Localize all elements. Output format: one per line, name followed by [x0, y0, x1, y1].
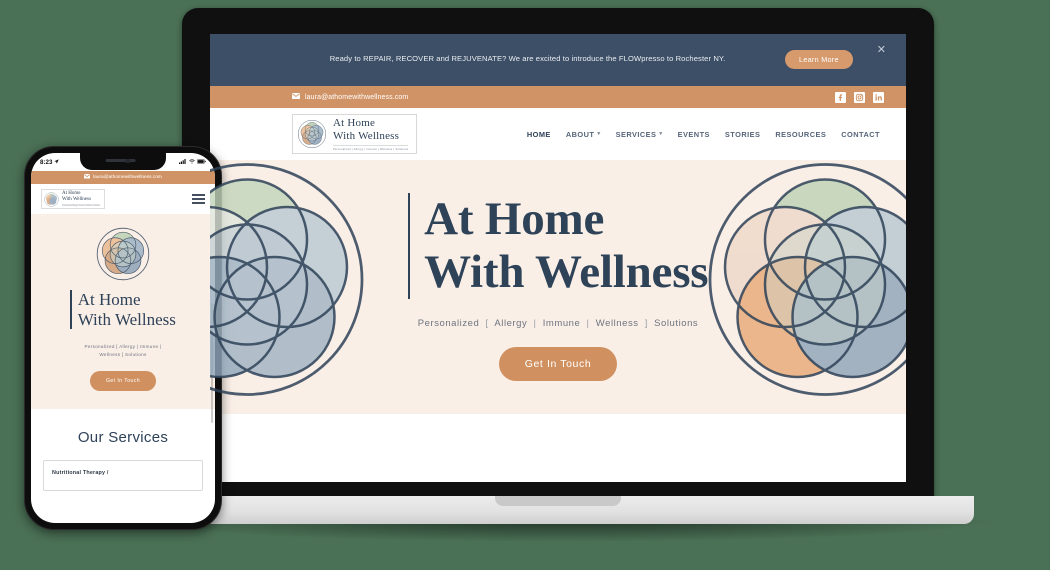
hero-sub-wellness: Wellness	[595, 318, 639, 330]
facebook-icon[interactable]	[834, 91, 846, 103]
main-navbar: At Home With Wellness Personalized | All…	[210, 108, 906, 160]
nav-item-stories[interactable]: STORIES	[725, 130, 760, 139]
hero-title-line-1: At Home	[424, 192, 605, 245]
phone-page-title: At Home With Wellness	[78, 290, 176, 329]
logo-line-2: With Wellness	[62, 197, 91, 203]
laptop-screen: Ready to REPAIR, RECOVER and REJUVENATE?…	[210, 34, 906, 482]
hero-sub-personalized: Personalized	[417, 318, 480, 330]
hero-title-line-2: With Wellness	[424, 246, 709, 298]
page-title: At Home With Wellness	[424, 193, 708, 299]
hero-title-block: At Home With Wellness	[407, 192, 709, 300]
nav-label: HOME	[526, 129, 551, 139]
hero-sub-line-2: Wellness ] Solutions	[99, 352, 147, 358]
status-indicators	[179, 158, 206, 166]
laptop-mockup: Ready to REPAIR, RECOVER and REJUVENATE?…	[122, 8, 1002, 542]
get-in-touch-button[interactable]: Get In Touch	[498, 347, 618, 382]
wifi-icon	[188, 158, 195, 166]
logo-tagline: Personalized | Allergy | Immune | Wellne…	[333, 145, 409, 151]
phone-navbar: At Home With Wellness Personalized | All…	[31, 184, 215, 214]
email-text: laura@athomewithwellness.com	[305, 93, 409, 101]
phone-hero-title-block: At Home With Wellness	[70, 290, 176, 330]
hero-subtitle: Personalized [ Allergy | Immune | Wellne…	[348, 318, 768, 329]
phone-services-section: Our Services Nutritional Therapy /	[31, 408, 215, 491]
nav-item-about[interactable]: ABOUT ▾	[566, 130, 601, 139]
hamburger-menu-icon[interactable]	[192, 193, 205, 205]
flower-of-life-logo-icon	[44, 191, 59, 207]
hero-sub-bracket-close: ]	[644, 318, 648, 330]
site-logo[interactable]: At Home With Wellness Personalized | All…	[292, 114, 418, 154]
services-heading: Our Services	[77, 428, 169, 446]
announcement-text: Ready to REPAIR, RECOVER and REJUVENATE?…	[329, 54, 726, 64]
logo-line-2: With Wellness	[333, 130, 400, 142]
hero-section: At Home With Wellness Personalized [ All…	[210, 160, 906, 414]
phone-hero-subtitle: Personalized [ Allergy | Immune | Wellne…	[41, 343, 205, 360]
logo-tagline: Personalized | Allergy | Immune | Wellne…	[62, 204, 100, 207]
status-time-group: 8:23	[40, 158, 60, 166]
nav-item-resources[interactable]: RESOURCES	[775, 130, 826, 139]
hero-sub-immune: Immune	[542, 318, 581, 330]
hero-title-line-2: With Wellness	[77, 309, 176, 329]
phone-mockup: 8:23 laura@athomewithwellness.com At Hom…	[24, 146, 222, 530]
nav-label: RESOURCES	[775, 129, 827, 139]
phone-logo-text: At Home With Wellness Personalized | All…	[62, 191, 100, 207]
divider: |	[586, 318, 590, 330]
chevron-down-icon: ▾	[659, 131, 663, 137]
nav-label: CONTACT	[841, 129, 880, 139]
flower-of-life-logo-icon	[297, 119, 327, 149]
nav-label: ABOUT	[565, 129, 595, 139]
battery-icon	[197, 158, 206, 166]
status-time: 8:23	[40, 158, 53, 166]
phone-screen: 8:23 laura@athomewithwellness.com At Hom…	[31, 153, 215, 523]
below-hero-whitespace	[210, 414, 906, 480]
learn-more-button[interactable]: Learn More	[785, 50, 853, 69]
divider: |	[533, 318, 537, 330]
laptop-body: Ready to REPAIR, RECOVER and REJUVENATE?…	[182, 8, 934, 504]
hero-sub-allergy: Allergy	[494, 318, 528, 330]
linkedin-icon[interactable]	[872, 91, 884, 103]
nav-item-services[interactable]: SERVICES ▾	[616, 130, 663, 139]
hero-content: At Home With Wellness Personalized [ All…	[348, 192, 768, 382]
nav-item-home[interactable]: HOME	[527, 130, 551, 139]
social-links	[834, 91, 884, 103]
phone-get-in-touch-button[interactable]: Get In Touch	[89, 370, 157, 391]
nav-item-contact[interactable]: CONTACT	[841, 130, 880, 139]
phone-site-logo[interactable]: At Home With Wellness Personalized | All…	[41, 189, 105, 209]
cellular-signal-icon	[179, 158, 186, 166]
contact-topbar: laura@athomewithwellness.com	[210, 86, 906, 108]
phone-email-text: laura@athomewithwellness.com	[93, 175, 162, 180]
phone-contact-topbar[interactable]: laura@athomewithwellness.com	[31, 171, 215, 184]
logo-text: At Home With Wellness Personalized | All…	[333, 117, 409, 151]
nav-item-events[interactable]: EVENTS	[678, 130, 710, 139]
flower-of-life-hero-icon	[95, 226, 151, 282]
phone-hero-section: At Home With Wellness Personalized [ All…	[31, 214, 215, 409]
mail-icon	[292, 93, 300, 101]
nav-links: HOME ABOUT ▾ SERVICES ▾ EVENTS STORIES R…	[527, 130, 880, 139]
service-card[interactable]: Nutritional Therapy /	[43, 459, 203, 491]
hero-accent-bar	[407, 192, 411, 300]
hero-sub-solutions: Solutions	[654, 318, 699, 330]
chevron-down-icon: ▾	[597, 131, 601, 137]
hero-sub-line-1: Personalized [ Allergy | Immune |	[84, 344, 162, 350]
hero-sub-bracket-open: [	[485, 318, 489, 330]
screenshot-stage: Ready to REPAIR, RECOVER and REJUVENATE?…	[0, 0, 1050, 570]
phone-speaker	[105, 159, 136, 162]
nav-label: SERVICES	[615, 129, 657, 139]
phone-front-camera	[125, 158, 130, 163]
logo-line-1: At Home	[333, 117, 376, 130]
hero-title-line-1: At Home	[77, 290, 141, 309]
nav-label: STORIES	[724, 129, 761, 139]
hero-accent-bar	[70, 290, 72, 330]
instagram-icon[interactable]	[853, 91, 865, 103]
nav-label: EVENTS	[677, 129, 710, 139]
close-icon[interactable]: ✕	[863, 45, 890, 56]
laptop-trackpad-notch	[495, 496, 621, 506]
announcement-bar: Ready to REPAIR, RECOVER and REJUVENATE?…	[210, 34, 906, 86]
mail-icon	[84, 174, 91, 181]
email-link[interactable]: laura@athomewithwellness.com	[292, 93, 408, 101]
location-arrow-icon	[54, 158, 60, 166]
